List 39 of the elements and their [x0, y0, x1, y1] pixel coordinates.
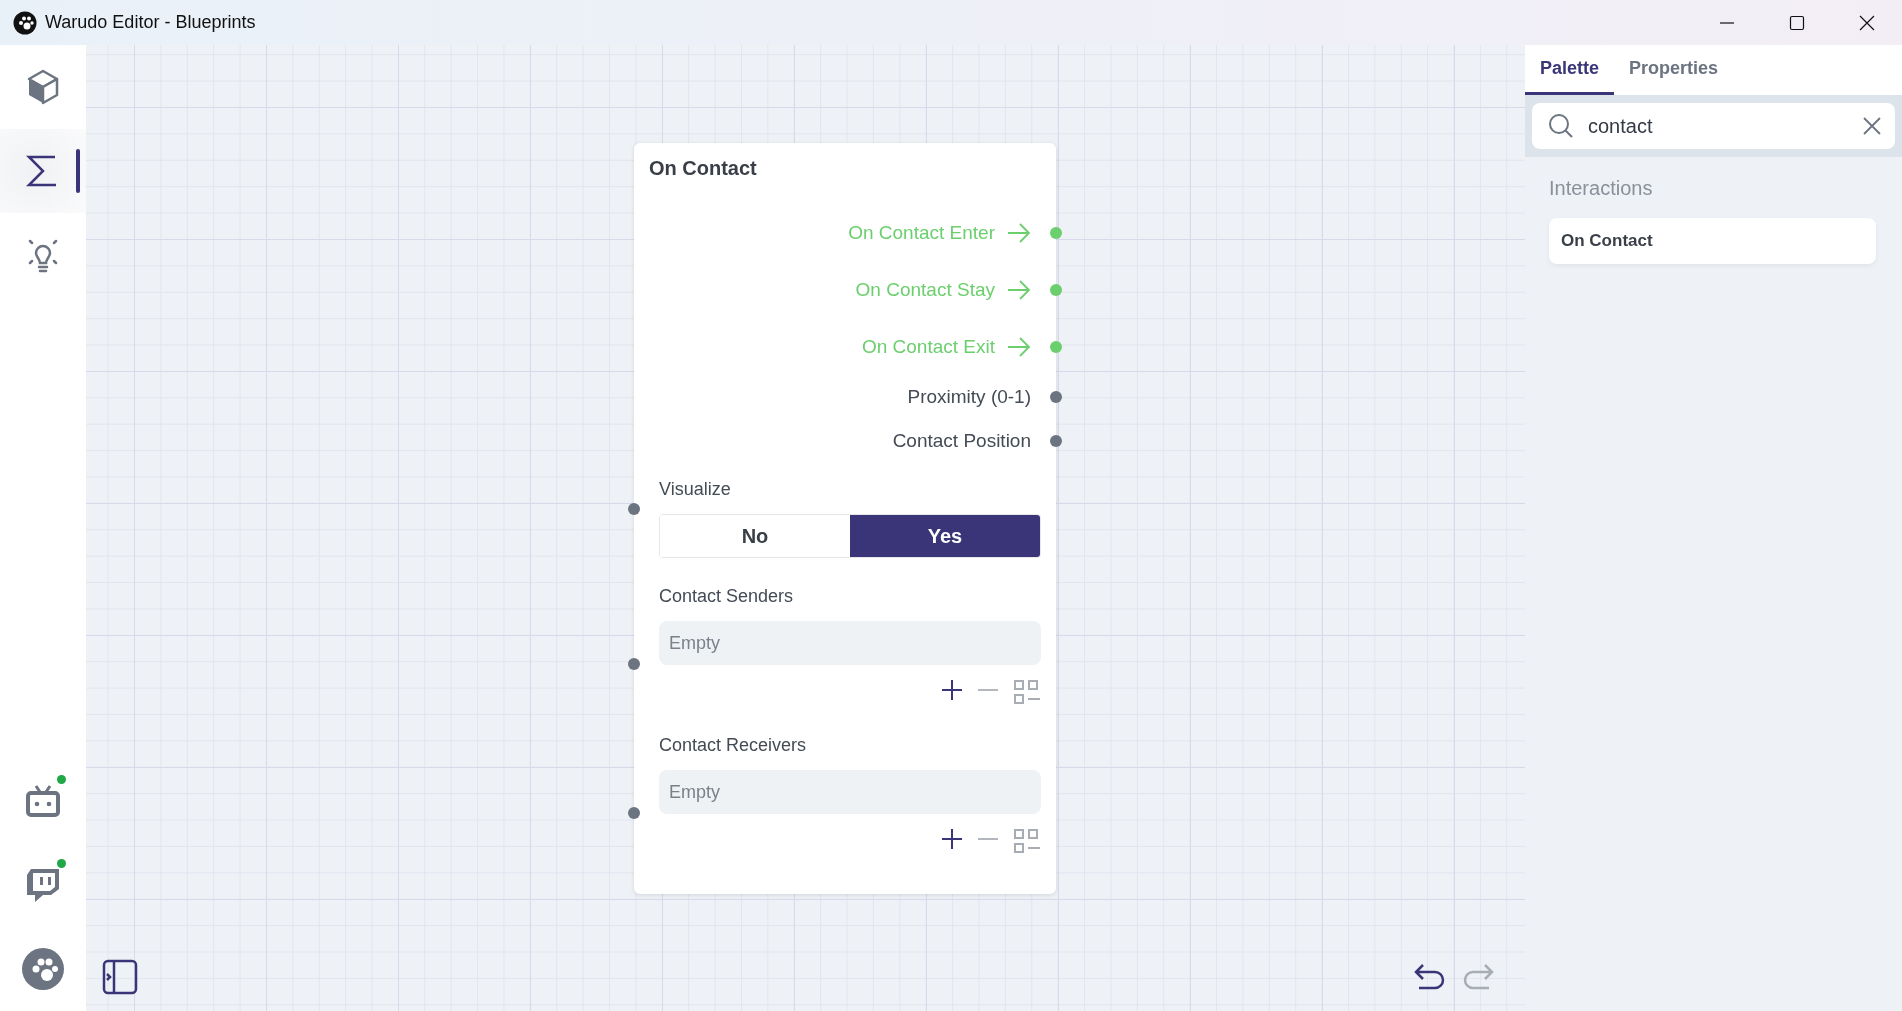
list-field[interactable]: Empty [659, 621, 1041, 665]
field-label: Visualize [659, 479, 732, 500]
palette-item[interactable]: On Contact [1549, 218, 1876, 264]
output-label: On Contact Stay [855, 278, 995, 301]
close-icon [1859, 14, 1875, 31]
arrow-right-icon [1007, 220, 1031, 245]
add-icon[interactable] [941, 679, 963, 701]
minimize-icon [1719, 21, 1735, 24]
status-dot [57, 859, 66, 868]
field-label: Contact Senders [659, 586, 795, 607]
panel-toggle-icon[interactable] [102, 959, 138, 995]
search-icon [1548, 113, 1574, 139]
output-socket[interactable] [1050, 435, 1062, 447]
field-label: Contact Receivers [659, 735, 808, 756]
input-socket[interactable] [628, 658, 640, 670]
undo-icon[interactable] [1413, 963, 1445, 991]
output-label: Proximity (0-1) [907, 386, 1031, 408]
maximize-icon [1789, 14, 1805, 31]
paw-logo-icon [21, 947, 65, 991]
clear-icon[interactable] [1863, 117, 1881, 135]
add-icon[interactable] [941, 828, 963, 850]
list-field[interactable]: Empty [659, 770, 1041, 814]
panel-tab[interactable]: Properties [1614, 45, 1734, 95]
group-title: Interactions [1549, 177, 1654, 200]
toggle-option[interactable]: Yes [850, 515, 1040, 557]
arrow-right-icon [1007, 277, 1031, 302]
output-label: Contact Position [892, 430, 1031, 452]
output-socket[interactable] [1050, 391, 1062, 403]
output-label: On Contact Exit [861, 335, 995, 358]
sidebar-item[interactable] [0, 129, 86, 213]
search-bar[interactable]: contact [1532, 103, 1895, 149]
output-label: On Contact Enter [848, 221, 995, 244]
status-dot [57, 775, 66, 784]
node-title: On Contact [648, 156, 758, 181]
window-title: Warudo Editor - Blueprints [45, 12, 256, 33]
input-socket[interactable] [628, 807, 640, 819]
input-socket[interactable] [628, 503, 640, 515]
arrow-right-icon [1007, 334, 1031, 359]
paw-logo-icon [13, 10, 37, 35]
